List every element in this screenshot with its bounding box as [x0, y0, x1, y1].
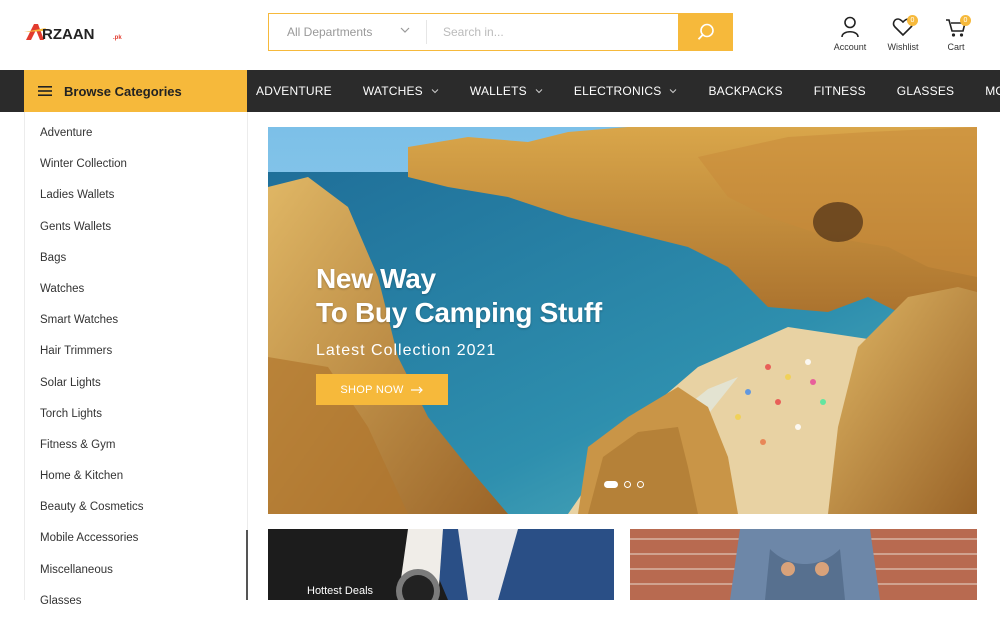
category-item[interactable]: Torch Lights [25, 399, 247, 430]
category-item[interactable]: Miscellaneous [25, 555, 247, 586]
wishlist-link[interactable]: 0 Wishlist [878, 15, 928, 52]
nav-item-label: WALLETS [469, 84, 527, 98]
slider-dot[interactable] [604, 481, 618, 488]
account-link[interactable]: Account [825, 16, 875, 52]
slider-dot[interactable] [637, 481, 644, 488]
nav-item-wallets[interactable]: WALLETS [470, 84, 543, 98]
slider-pagination [604, 481, 650, 488]
search-button[interactable] [678, 13, 733, 51]
account-label: Account [833, 42, 867, 52]
nav-item-backpacks[interactable]: BACKPACKS [708, 84, 782, 98]
hero-subtitle: Latest Collection 2021 [316, 342, 497, 359]
hero-title-line-2: To Buy Camping Stuff [316, 297, 602, 328]
category-item[interactable]: Mobile Accessories [25, 523, 247, 554]
category-item[interactable]: Fitness & Gym [25, 430, 247, 461]
jeans-banner[interactable] [630, 529, 977, 600]
slider-dot[interactable] [624, 481, 631, 488]
shop-now-label: SHOP NOW [340, 383, 404, 396]
nav-item-label: BACKPACKS [708, 84, 783, 98]
arrow-right-icon [410, 386, 423, 393]
wishlist-label: Wishlist [887, 42, 919, 52]
cart-count-badge: 0 [960, 15, 971, 26]
main-navigation: Browse Categories ADVENTURE WATCHES WALLET… [0, 70, 1000, 112]
browse-categories-button[interactable]: Browse Categories [24, 70, 247, 112]
sidebar-scrollbar[interactable] [246, 530, 248, 600]
nav-item-label: ADVENTURE [256, 84, 332, 98]
site-logo[interactable]: RZAAN .pk [24, 18, 134, 48]
category-item[interactable]: Smart Watches [25, 305, 247, 336]
nav-item-label: ELECTRONICS [573, 84, 662, 98]
hottest-deals-banner[interactable]: Hottest Deals [268, 529, 614, 600]
hero-title: New Way To Buy Camping Stuff [316, 262, 602, 330]
nav-item-more[interactable]: MORE [985, 84, 1000, 98]
nav-item-watches[interactable]: WATCHES [363, 84, 439, 98]
category-list: Adventure Winter Collection Ladies Wallets… [25, 112, 247, 617]
category-item[interactable]: Ladies Wallets [25, 180, 247, 211]
chevron-down-icon [670, 89, 677, 94]
nav-item-electronics[interactable]: ELECTRONICS [574, 84, 678, 98]
jeans-banner-image [630, 529, 977, 600]
chevron-down-icon [400, 27, 410, 33]
search-input[interactable] [427, 14, 678, 50]
category-item[interactable]: Adventure [25, 118, 247, 149]
svg-text:.pk: .pk [113, 35, 122, 41]
category-item[interactable]: Gents Wallets [25, 212, 247, 243]
svg-text:RZAAN: RZAAN [42, 26, 95, 43]
wishlist-count-badge: 0 [907, 15, 918, 26]
hamburger-icon [38, 86, 52, 96]
category-item[interactable]: Watches [25, 274, 247, 305]
nav-item-fitness[interactable]: FITNESS [814, 84, 866, 98]
hottest-deals-label: Hottest Deals [307, 585, 374, 597]
search-icon [697, 23, 714, 40]
hero-slider[interactable]: New Way To Buy Camping Stuff Latest Coll… [268, 127, 977, 514]
cart-label: Cart [947, 42, 965, 52]
category-item[interactable]: Hair Trimmers [25, 336, 247, 367]
chevron-down-icon [535, 89, 543, 94]
logo-graphic: RZAAN .pk [24, 24, 122, 43]
category-item[interactable]: Glasses [25, 586, 247, 617]
site-header: RZAAN .pk All Departments Account 0 Wish [0, 0, 1000, 70]
hero-title-line-1: New Way [316, 263, 436, 294]
category-item[interactable]: Bags [25, 243, 247, 274]
cart-link[interactable]: 0 Cart [931, 15, 981, 52]
category-item[interactable]: Solar Lights [25, 368, 247, 399]
nav-item-label: GLASSES [896, 84, 955, 98]
category-item[interactable]: Home & Kitchen [25, 461, 247, 492]
category-sidebar: Adventure Winter Collection Ladies Wallets… [24, 112, 248, 607]
nav-item-label: MORE [985, 84, 1000, 98]
user-icon [841, 16, 859, 38]
nav-item-adventure[interactable]: ADVENTURE [256, 84, 332, 98]
nav-menu: ADVENTURE WATCHES WALLETS ELECTRONICS BACKPA… [256, 70, 1000, 112]
nav-item-glasses[interactable]: GLASSES [897, 84, 954, 98]
browse-categories-label: Browse Categories [64, 83, 182, 99]
shop-now-button[interactable]: SHOP NOW [316, 374, 448, 405]
search-bar: All Departments [268, 13, 733, 51]
department-select[interactable]: All Departments [269, 14, 426, 50]
category-item[interactable]: Winter Collection [25, 149, 247, 180]
category-item[interactable]: Beauty & Cosmetics [25, 492, 247, 523]
department-select-value: All Departments [287, 25, 373, 39]
chevron-down-icon [431, 89, 439, 94]
nav-item-label: FITNESS [813, 84, 866, 98]
nav-item-label: WATCHES [362, 84, 423, 98]
